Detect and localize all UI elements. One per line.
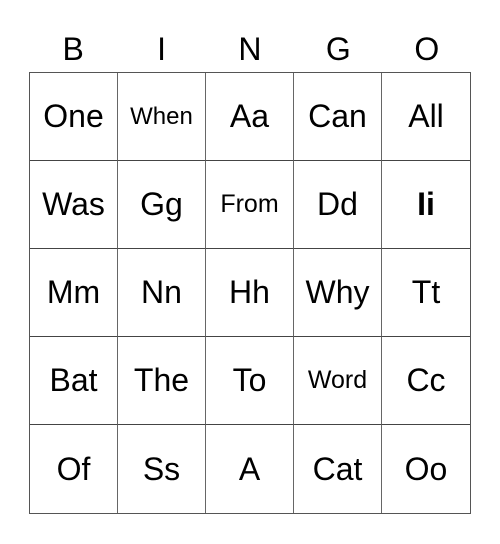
bingo-card-grid: One When Aa Can All Was Gg From Dd Ii Mm… (29, 72, 471, 514)
bingo-cell[interactable]: Gg (118, 161, 206, 249)
bingo-cell[interactable]: When (118, 73, 206, 161)
bingo-cell[interactable]: Cat (294, 425, 382, 513)
bingo-cell[interactable]: Tt (382, 249, 470, 337)
header-letter-o: O (414, 31, 440, 67)
bingo-cell[interactable]: Ss (118, 425, 206, 513)
bingo-cell[interactable]: All (382, 73, 470, 161)
bingo-cell[interactable]: Nn (118, 249, 206, 337)
bingo-cell[interactable]: From (206, 161, 294, 249)
bingo-cell[interactable]: Aa (206, 73, 294, 161)
bingo-cell[interactable]: Hh (206, 249, 294, 337)
bingo-cell[interactable]: Mm (30, 249, 118, 337)
bingo-cell[interactable]: A (206, 425, 294, 513)
header-letter-g: G (325, 31, 351, 67)
bingo-cell[interactable]: Can (294, 73, 382, 161)
header-letter-n: N (238, 31, 262, 67)
bingo-cell[interactable]: Ii (382, 161, 470, 249)
bingo-cell[interactable]: Cc (382, 337, 470, 425)
bingo-cell[interactable]: To (206, 337, 294, 425)
bingo-cell[interactable]: One (30, 73, 118, 161)
bingo-cell[interactable]: Word (294, 337, 382, 425)
bingo-cell[interactable]: Of (30, 425, 118, 513)
bingo-cell[interactable]: Dd (294, 161, 382, 249)
header-letter-i: I (157, 31, 167, 67)
bingo-cell[interactable]: Bat (30, 337, 118, 425)
bingo-cell[interactable]: The (118, 337, 206, 425)
bingo-header: B I N G O (29, 28, 471, 70)
header-letter-b: B (62, 31, 84, 67)
bingo-cell[interactable]: Why (294, 249, 382, 337)
bingo-cell[interactable]: Was (30, 161, 118, 249)
bingo-cell[interactable]: Oo (382, 425, 470, 513)
